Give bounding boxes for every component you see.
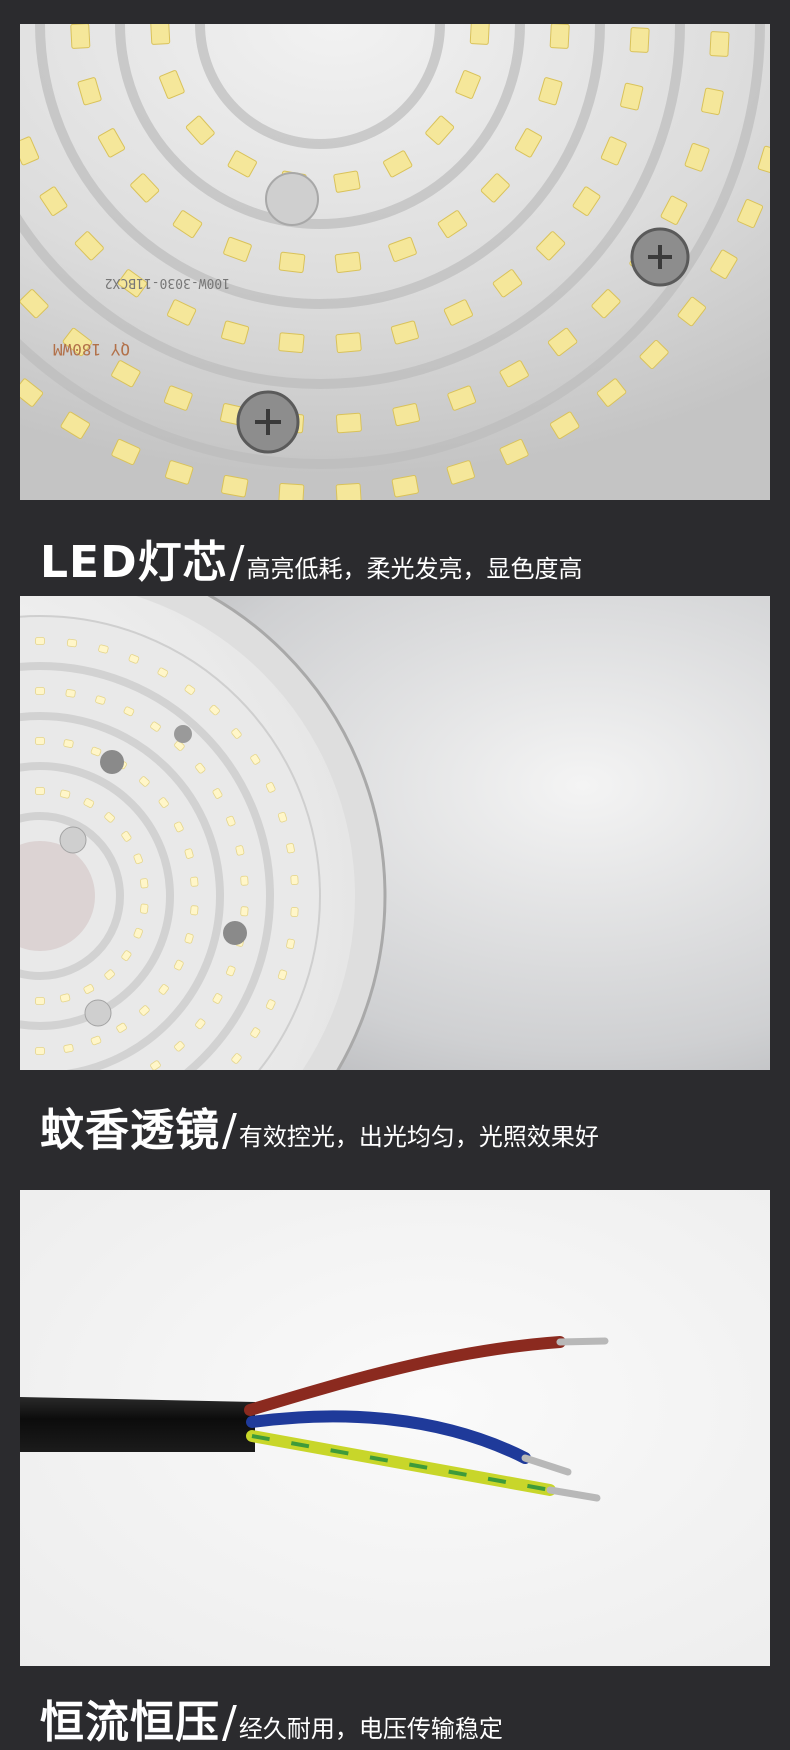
led-chip bbox=[629, 27, 650, 53]
led-chip bbox=[35, 687, 45, 695]
led-chip bbox=[278, 483, 305, 500]
led-chip bbox=[70, 24, 91, 49]
lens-nub bbox=[265, 172, 319, 226]
led-chip bbox=[66, 638, 78, 648]
caption-title: 恒流恒压 bbox=[40, 1697, 220, 1748]
caption-title: 蚊香透镜 bbox=[40, 1105, 220, 1156]
led-chip bbox=[150, 24, 171, 45]
cable-jacket bbox=[20, 1397, 255, 1452]
spiral-lens-photo bbox=[20, 596, 770, 1070]
led-chip bbox=[286, 938, 295, 949]
led-chip bbox=[235, 845, 245, 856]
led-chip-photo: 100W-3030-11BCX2 QY 180WM bbox=[20, 24, 770, 500]
caption-separator: / bbox=[222, 1105, 237, 1156]
caption-subtitle: 经久耐用，电压传输稳定 bbox=[238, 1715, 503, 1743]
led-chip bbox=[334, 251, 362, 274]
led-chip bbox=[286, 843, 295, 854]
pcb-marking: 100W-3030-11BCX2 bbox=[105, 275, 230, 290]
led-chip bbox=[709, 31, 730, 57]
led-chip bbox=[278, 332, 305, 354]
led-chip bbox=[140, 878, 149, 889]
caption-separator: / bbox=[222, 1697, 237, 1748]
screw-icon bbox=[223, 921, 247, 945]
led-chip bbox=[333, 170, 361, 193]
caption-separator: / bbox=[229, 537, 245, 588]
caption-led-chip: LED灯芯 / 高亮低耗，柔光发亮，显色度高 bbox=[40, 526, 582, 590]
led-chip bbox=[221, 474, 249, 498]
led-chip bbox=[335, 332, 362, 354]
led-chip bbox=[35, 787, 45, 795]
led-chip bbox=[63, 739, 74, 748]
led-chip bbox=[240, 906, 249, 917]
led-chip bbox=[391, 474, 419, 498]
led-chip bbox=[335, 483, 362, 500]
screw-icon bbox=[174, 725, 192, 743]
led-chip bbox=[35, 997, 45, 1005]
led-chip bbox=[35, 737, 45, 745]
led-chip bbox=[140, 903, 149, 914]
power-cable-photo bbox=[20, 1190, 770, 1666]
led-chip bbox=[35, 637, 45, 645]
pcb-marking: QY 180WM bbox=[53, 340, 130, 359]
screw-icon bbox=[100, 750, 124, 774]
led-chip bbox=[65, 689, 76, 698]
led-chip bbox=[190, 876, 199, 887]
caption-title: LED灯芯 bbox=[40, 537, 228, 588]
led-chip bbox=[290, 907, 299, 917]
caption-subtitle: 有效控光，出光均匀，光照效果好 bbox=[238, 1123, 599, 1151]
led-chip bbox=[549, 24, 570, 49]
caption-power-cable: 恒流恒压 / 经久耐用，电压传输稳定 bbox=[40, 1686, 503, 1750]
led-chip bbox=[469, 24, 490, 45]
led-chip bbox=[278, 251, 306, 274]
caption-subtitle: 高亮低耗，柔光发亮，显色度高 bbox=[246, 555, 583, 583]
led-chip bbox=[63, 1044, 74, 1053]
led-chip bbox=[35, 1047, 45, 1055]
caption-spiral-lens: 蚊香透镜 / 有效控光，出光均匀，光照效果好 bbox=[40, 1094, 599, 1158]
led-chip bbox=[335, 412, 362, 434]
led-chip bbox=[190, 905, 199, 916]
led-chip bbox=[290, 875, 299, 885]
led-chip bbox=[240, 875, 249, 886]
